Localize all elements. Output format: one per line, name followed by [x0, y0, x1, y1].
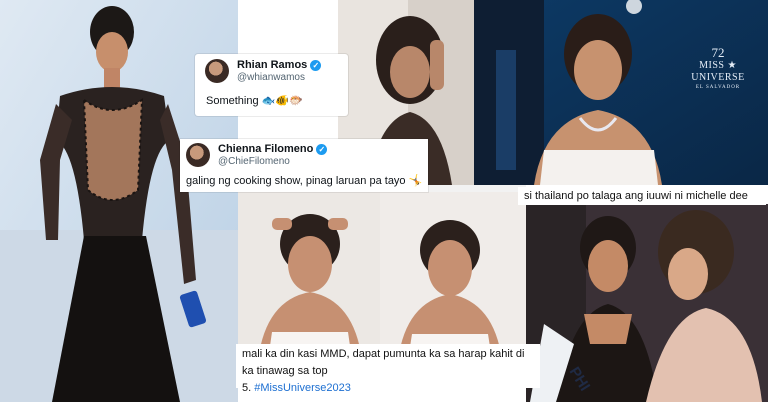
- caption-thailand: si thailand po talaga ang iuuwi ni miche…: [518, 187, 766, 205]
- pageant-stage-photo: 72 MISS ★ UNIVERSE EL SALVADOR: [474, 0, 768, 185]
- tweet-header: Chienna Filomeno ✓ @ChieFilomeno: [180, 139, 428, 168]
- tweet-author-name: Rhian Ramos: [237, 59, 308, 71]
- tweet-author-handle: @ChieFilomeno: [218, 155, 290, 167]
- verified-badge-icon: ✓: [316, 143, 328, 155]
- caption-mmd: mali ka din kasi MMD, dapat pumunta ka s…: [236, 344, 540, 394]
- tweet-card-rhian[interactable]: Rhian Ramos ✓ @whianwamos Something 🐟🐠🐡: [195, 54, 348, 116]
- reaction-photo-1: [238, 192, 380, 360]
- reaction-photo-2: [380, 192, 526, 360]
- hashtag-link[interactable]: #MissUniverse2023: [254, 382, 351, 394]
- tweet-card-chienna[interactable]: Chienna Filomeno ✓ @ChieFilomeno galing n…: [180, 139, 428, 192]
- tweet-text: galing ng cooking show, pinag laruan pa …: [186, 175, 423, 188]
- contestants-hug-photo: PHI: [526, 204, 768, 402]
- caption-mmd-line2: 5. #MissUniverse2023: [242, 380, 534, 397]
- avatar: [205, 59, 229, 84]
- avatar: [186, 143, 210, 168]
- logo-text: MISS ★ UNIVERSE: [691, 60, 745, 83]
- miss-universe-logo: 72 MISS ★ UNIVERSE EL SALVADOR: [672, 46, 764, 92]
- tweet-text: Something 🐟🐠🐡: [206, 95, 303, 108]
- logo-sub: EL SALVADOR: [695, 85, 741, 90]
- caption-mmd-line1: mali ka din kasi MMD, dapat pumunta ka s…: [242, 348, 525, 377]
- verified-badge-icon: ✓: [310, 59, 322, 71]
- caption-mmd-prefix: 5.: [242, 382, 255, 394]
- logo-number: 72: [711, 45, 725, 60]
- tweet-author-handle: @whianwamos: [237, 71, 305, 83]
- tweet-author-name: Chienna Filomeno: [218, 143, 314, 155]
- tweet-header: Rhian Ramos ✓ @whianwamos: [195, 54, 348, 84]
